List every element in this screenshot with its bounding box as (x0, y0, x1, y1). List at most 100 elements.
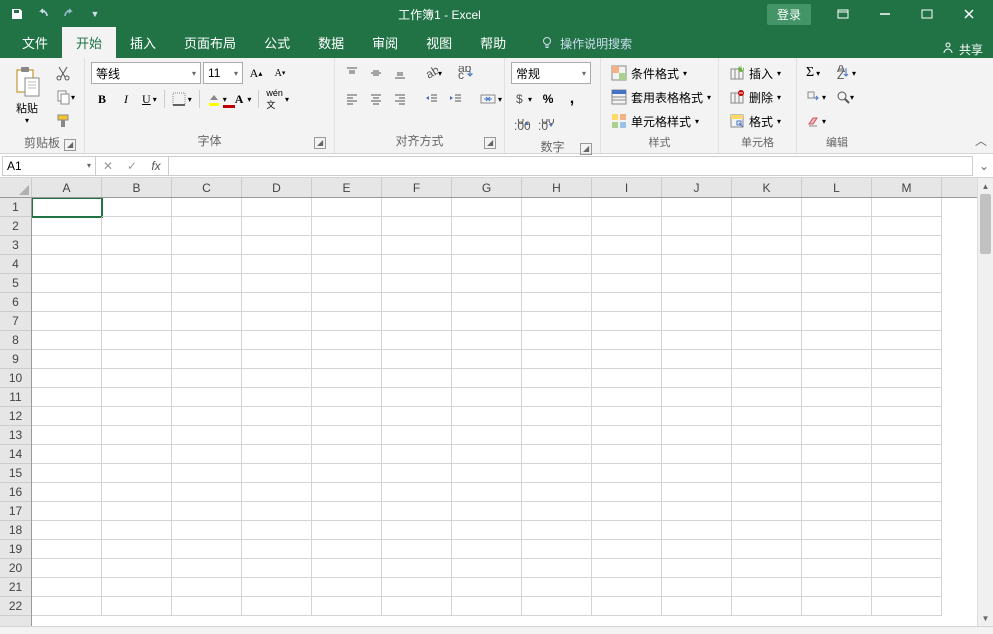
cell[interactable] (592, 407, 662, 426)
column-header[interactable]: M (872, 178, 942, 197)
cell[interactable] (242, 521, 312, 540)
cell[interactable] (872, 331, 942, 350)
name-box[interactable]: A1▾ (2, 156, 96, 176)
cell[interactable] (872, 521, 942, 540)
cell[interactable] (802, 445, 872, 464)
cell[interactable] (32, 445, 102, 464)
cell[interactable] (172, 426, 242, 445)
cell[interactable] (732, 464, 802, 483)
cell[interactable] (32, 293, 102, 312)
cell[interactable] (172, 502, 242, 521)
cell[interactable] (32, 502, 102, 521)
cell[interactable] (802, 578, 872, 597)
cell[interactable] (382, 255, 452, 274)
cell[interactable] (172, 597, 242, 616)
cell[interactable] (312, 198, 382, 217)
cell[interactable] (522, 198, 592, 217)
cell[interactable] (662, 388, 732, 407)
cell[interactable] (802, 350, 872, 369)
cell[interactable] (592, 369, 662, 388)
cell[interactable] (382, 236, 452, 255)
cell[interactable] (32, 426, 102, 445)
cell[interactable] (872, 236, 942, 255)
fx-icon[interactable]: fx (144, 156, 168, 176)
cell[interactable] (32, 312, 102, 331)
decrease-font-icon[interactable]: A▾ (269, 62, 291, 84)
cell[interactable] (522, 521, 592, 540)
tab-data[interactable]: 数据 (304, 27, 358, 58)
cell[interactable] (172, 217, 242, 236)
cell[interactable] (32, 483, 102, 502)
cell[interactable] (732, 274, 802, 293)
cell[interactable] (662, 350, 732, 369)
tab-view[interactable]: 视图 (412, 27, 466, 58)
cell[interactable] (732, 198, 802, 217)
cell[interactable] (172, 274, 242, 293)
cell[interactable] (802, 407, 872, 426)
cell[interactable] (172, 578, 242, 597)
tab-page-layout[interactable]: 页面布局 (170, 27, 250, 58)
cell[interactable] (522, 274, 592, 293)
cell[interactable] (522, 388, 592, 407)
cell[interactable] (592, 388, 662, 407)
cell[interactable] (242, 445, 312, 464)
row-header[interactable]: 2 (0, 217, 31, 236)
cell[interactable] (522, 540, 592, 559)
decrease-indent-icon[interactable] (421, 88, 443, 110)
cell[interactable] (382, 388, 452, 407)
cell[interactable] (172, 445, 242, 464)
row-header[interactable]: 12 (0, 407, 31, 426)
cell[interactable] (172, 255, 242, 274)
column-header[interactable]: F (382, 178, 452, 197)
scroll-thumb[interactable] (980, 194, 991, 254)
cell[interactable] (312, 255, 382, 274)
cell[interactable] (662, 540, 732, 559)
cell[interactable] (102, 293, 172, 312)
cell[interactable] (872, 350, 942, 369)
cell[interactable] (592, 540, 662, 559)
cell[interactable] (872, 578, 942, 597)
cell[interactable] (242, 369, 312, 388)
align-center-icon[interactable] (365, 88, 387, 110)
cell[interactable] (662, 445, 732, 464)
cell[interactable] (802, 293, 872, 312)
row-header[interactable]: 7 (0, 312, 31, 331)
cell[interactable] (802, 198, 872, 217)
cell[interactable] (872, 369, 942, 388)
cell[interactable] (522, 464, 592, 483)
tab-help[interactable]: 帮助 (466, 27, 520, 58)
cell[interactable] (732, 217, 802, 236)
cell[interactable] (382, 445, 452, 464)
cell[interactable] (102, 350, 172, 369)
cell[interactable] (172, 369, 242, 388)
qat-customize-icon[interactable]: ▼ (84, 3, 106, 25)
wrap-text-button[interactable]: abc (455, 62, 477, 84)
cell[interactable] (102, 597, 172, 616)
bold-button[interactable]: B (91, 88, 113, 110)
find-select-button[interactable]: ▾ (833, 86, 859, 108)
row-header[interactable]: 18 (0, 521, 31, 540)
close-icon[interactable] (949, 0, 989, 28)
row-header[interactable]: 22 (0, 597, 31, 616)
cell[interactable] (522, 578, 592, 597)
cell[interactable] (592, 217, 662, 236)
cell[interactable] (32, 597, 102, 616)
alignment-launcher[interactable]: ◢ (484, 137, 496, 149)
cell[interactable] (242, 597, 312, 616)
cell[interactable] (242, 559, 312, 578)
accounting-format-icon[interactable]: $▾ (511, 88, 535, 110)
cell[interactable] (102, 540, 172, 559)
cell[interactable] (452, 293, 522, 312)
cell[interactable] (32, 350, 102, 369)
cell[interactable] (452, 502, 522, 521)
font-color-button[interactable]: A▾ (232, 88, 255, 110)
cell[interactable] (312, 217, 382, 236)
cell[interactable] (872, 540, 942, 559)
cell[interactable] (102, 331, 172, 350)
cell[interactable] (312, 578, 382, 597)
cell[interactable] (312, 369, 382, 388)
confirm-formula-icon[interactable]: ✓ (120, 156, 144, 176)
cell[interactable] (452, 464, 522, 483)
cell[interactable] (382, 217, 452, 236)
cell[interactable] (312, 445, 382, 464)
